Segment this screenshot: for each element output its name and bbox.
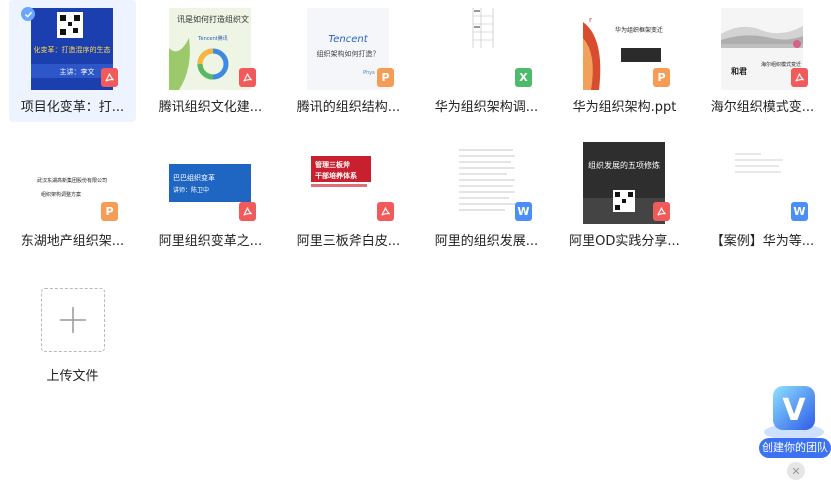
create-team-label[interactable]: 创建你的团队: [759, 438, 831, 458]
svg-text:r: r: [589, 16, 592, 24]
thumb-title: 化变革：打造混序的生态: [34, 45, 111, 54]
ppt-icon: P: [377, 68, 394, 87]
pdf-icon: [791, 68, 808, 87]
file-tile[interactable]: X 华为组织架构调...: [423, 0, 550, 122]
pdf-icon: [239, 202, 256, 221]
file-tile[interactable]: W 【案例】华为等...: [699, 134, 826, 256]
file-name: 华为组织架构调...: [434, 100, 539, 115]
file-tile[interactable]: 巴巴组织变革 讲师：陈卫中 阿里组织变革之...: [147, 134, 274, 256]
file-name: 海尔组织模式变...: [710, 100, 815, 115]
file-name: 项目化变革：打...: [20, 100, 125, 115]
file-name: 阿里OD实践分享...: [569, 234, 680, 249]
file-name: 华为组织架构.ppt: [572, 100, 677, 115]
thumb-title: 巴巴组织变革: [173, 173, 215, 182]
word-icon: W: [515, 202, 532, 221]
ppt-icon: P: [101, 202, 118, 221]
file-tile[interactable]: 和君 海尔组织模式变迁 海尔组织模式变...: [699, 0, 826, 122]
file-tile[interactable]: 讯是如何打造组织文 Tencent腾讯 腾讯组织文化建...: [147, 0, 274, 122]
pdf-icon: [377, 202, 394, 221]
thumb-title: 讯是如何打造组织文: [177, 14, 249, 24]
thumb-title: 海尔组织模式变迁: [761, 61, 801, 68]
thumb-title: 管理三板斧: [315, 160, 351, 169]
v-logo-icon: V: [764, 386, 824, 440]
file-tile[interactable]: 化变革：打造混序的生态 主讲：李文 项目化变革：打...: [9, 0, 136, 122]
thumb-subtitle: 组织架构调整方案: [41, 191, 81, 198]
file-tile[interactable]: Tencent 组织架构如何打造？ Phys P 腾讯的组织结构...: [285, 0, 412, 122]
file-name: 腾讯的组织结构...: [296, 100, 401, 115]
close-icon[interactable]: ✕: [787, 462, 805, 480]
thumb-title: 华为组织框架变迁: [615, 26, 663, 34]
thumb-title: 组织架构如何打造？: [317, 49, 380, 58]
file-name: 腾讯组织文化建...: [158, 100, 263, 115]
word-icon: W: [791, 202, 808, 221]
ppt-icon: P: [653, 68, 670, 87]
thumb-subtitle: 干部培养体系: [315, 171, 357, 180]
thumb-subtitle: 主讲：李文: [60, 67, 95, 76]
v-letter: V: [782, 393, 806, 428]
file-tile[interactable]: 组织发展的五项修炼 阿里OD实践分享...: [561, 134, 688, 256]
file-tile[interactable]: 管理三板斧 干部培养体系 阿里三板斧白皮...: [285, 134, 412, 256]
upload-box[interactable]: [41, 288, 105, 352]
pdf-icon: [239, 68, 256, 87]
pdf-icon: [653, 202, 670, 221]
plus-icon: [60, 307, 86, 333]
file-name: 阿里的组织发展...: [434, 234, 539, 249]
file-tile[interactable]: r 华为组织框架变迁 P 华为组织架构.ppt: [561, 0, 688, 122]
excel-icon: X: [515, 68, 532, 87]
file-name: 【案例】华为等...: [710, 234, 815, 249]
thumb-subtitle: 讲师：陈卫中: [173, 186, 209, 194]
thumb-brand: 和君: [731, 66, 747, 76]
thumb-subtitle: Phys: [363, 70, 375, 76]
thumb-title: 组织发展的五项修炼: [588, 160, 660, 170]
file-tile[interactable]: W 阿里的组织发展...: [423, 134, 550, 256]
thumb-brand: Tencent: [328, 34, 368, 45]
file-name: 阿里组织变革之...: [158, 234, 263, 249]
thumb-title: 武汉东湖高新集团股份有限公司: [37, 177, 107, 184]
pdf-icon: [101, 68, 118, 87]
file-tile[interactable]: 武汉东湖高新集团股份有限公司 组织架构调整方案 P 东湖地产组织架...: [9, 134, 136, 256]
thumb-subtitle: Tencent腾讯: [197, 35, 227, 42]
file-name: 东湖地产组织架...: [20, 234, 125, 249]
create-team-badge[interactable]: V 创建你的团队: [757, 380, 831, 462]
upload-file-button[interactable]: 上传文件: [9, 280, 136, 390]
file-name: 阿里三板斧白皮...: [296, 234, 401, 249]
selected-check-icon[interactable]: [21, 7, 35, 21]
upload-label: 上传文件: [46, 369, 99, 384]
